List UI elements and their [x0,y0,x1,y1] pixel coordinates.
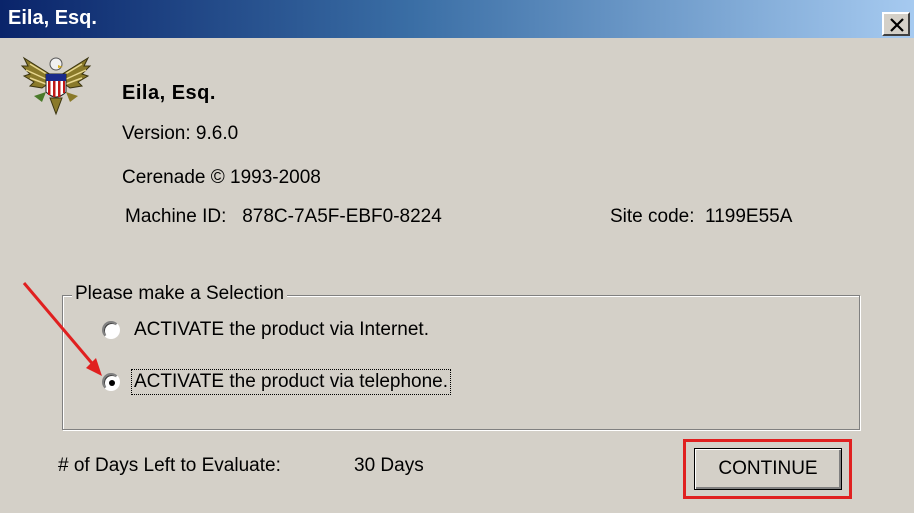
radio-label-telephone[interactable]: ACTIVATE the product via telephone. [130,369,452,395]
radio-button-internet[interactable] [102,321,120,339]
eagle-seal-icon [20,56,92,116]
close-icon [890,18,904,32]
close-button[interactable] [882,12,910,36]
copyright-text: Cerenade © 1993-2008 [122,167,321,188]
radio-button-telephone[interactable] [102,373,120,391]
radio-label-internet[interactable]: ACTIVATE the product via Internet. [132,318,431,342]
window-title: Eila, Esq. [8,7,97,29]
machine-id-text: Machine ID: 878C-7A5F-EBF0-8224 [125,206,442,227]
annotation-arrow [22,282,102,376]
title-bar[interactable]: Eila, Esq. [0,0,914,38]
days-left-value: 30 Days [354,455,424,476]
continue-button[interactable]: CONTINUE [694,448,842,490]
selection-groupbox [62,295,860,430]
site-code-text: Site code: 1199E55A [610,206,793,227]
selection-group-label: Please make a Selection [72,283,288,305]
radio-selected-dot [109,380,115,386]
activation-dialog: Eila, Esq. Eila, Esq. Version: 9.6.0 Cer… [0,0,914,513]
version-text: Version: 9.6.0 [122,123,239,144]
product-name: Eila, Esq. [122,82,216,104]
days-left-label: # of Days Left to Evaluate: [58,455,281,476]
